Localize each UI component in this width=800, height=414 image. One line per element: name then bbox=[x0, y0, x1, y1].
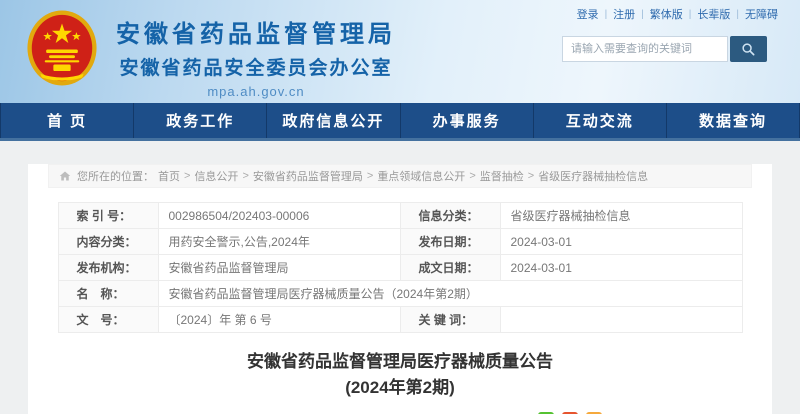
article-title-line1: 安徽省药品监督管理局医疗器械质量公告 bbox=[28, 349, 772, 375]
search-icon bbox=[741, 42, 756, 57]
site-header: 登录 | 注册 | 繁体版 | 长辈版 | 无障碍 安徽省药品监督管理局 安徽省… bbox=[0, 0, 800, 103]
separator: | bbox=[689, 9, 692, 20]
table-row: 内容分类： 用药安全警示,公告,2024年 发布日期： 2024-03-01 bbox=[58, 229, 742, 255]
content-panel: 您所在的位置： 首页 > 信息公开 > 安徽省药品监督管理局 > 重点领域信息公… bbox=[28, 164, 772, 414]
keywords-value bbox=[500, 307, 742, 333]
nav-item-data-query[interactable]: 数据查询 bbox=[667, 103, 800, 138]
search-bar bbox=[562, 36, 767, 62]
nav-item-government-work[interactable]: 政务工作 bbox=[134, 103, 267, 138]
written-date-label: 成文日期： bbox=[400, 255, 500, 281]
keywords-label: 关 键 词： bbox=[400, 307, 500, 333]
nav-item-services[interactable]: 办事服务 bbox=[401, 103, 534, 138]
breadcrumb-item-agency[interactable]: 安徽省药品监督管理局 bbox=[253, 168, 363, 184]
info-category-label: 信息分类： bbox=[400, 203, 500, 229]
separator: > bbox=[469, 170, 475, 182]
site-subtitle: 安徽省药品安全委员会办公室 bbox=[106, 53, 406, 80]
article-title: 安徽省药品监督管理局医疗器械质量公告 (2024年第2期) bbox=[28, 349, 772, 402]
breadcrumb-item-info-disclosure[interactable]: 信息公开 bbox=[194, 168, 238, 184]
table-row: 索 引 号： 002986504/202403-00006 信息分类： 省级医疗… bbox=[58, 203, 742, 229]
breadcrumb-item-key-areas[interactable]: 重点领域信息公开 bbox=[377, 168, 465, 184]
site-url: mpa.ah.gov.cn bbox=[106, 84, 406, 99]
separator: | bbox=[641, 9, 644, 20]
national-emblem-logo bbox=[26, 9, 98, 87]
site-title-block: 安徽省药品监督管理局 安徽省药品安全委员会办公室 mpa.ah.gov.cn bbox=[106, 14, 406, 99]
separator: > bbox=[184, 170, 190, 182]
elderly-version-link[interactable]: 长辈版 bbox=[697, 6, 730, 22]
nav-item-home[interactable]: 首 页 bbox=[0, 103, 134, 138]
register-link[interactable]: 注册 bbox=[613, 6, 635, 22]
article-title-line2: (2024年第2期) bbox=[28, 375, 772, 401]
separator: > bbox=[528, 170, 534, 182]
document-name-label: 名 称： bbox=[58, 281, 158, 307]
content-wrap: 您所在的位置： 首页 > 信息公开 > 安徽省药品监督管理局 > 重点领域信息公… bbox=[0, 141, 800, 414]
home-icon bbox=[59, 170, 71, 182]
document-meta-table: 索 引 号： 002986504/202403-00006 信息分类： 省级医疗… bbox=[58, 202, 743, 333]
publish-date-label: 发布日期： bbox=[400, 229, 500, 255]
nav-item-interaction[interactable]: 互动交流 bbox=[534, 103, 667, 138]
content-category-value: 用药安全警示,公告,2024年 bbox=[158, 229, 400, 255]
search-input[interactable] bbox=[562, 36, 728, 62]
site-title: 安徽省药品监督管理局 bbox=[106, 14, 406, 49]
index-number-label: 索 引 号： bbox=[58, 203, 158, 229]
info-category-value: 省级医疗器械抽检信息 bbox=[500, 203, 742, 229]
publish-date-value: 2024-03-01 bbox=[500, 229, 742, 255]
nav-item-info-disclosure[interactable]: 政府信息公开 bbox=[267, 103, 400, 138]
table-row: 发布机构： 安徽省药品监督管理局 成文日期： 2024-03-01 bbox=[58, 255, 742, 281]
breadcrumb-item-home[interactable]: 首页 bbox=[158, 168, 180, 184]
separator: > bbox=[367, 170, 373, 182]
index-number-value: 002986504/202403-00006 bbox=[158, 203, 400, 229]
publisher-value: 安徽省药品监督管理局 bbox=[158, 255, 400, 281]
written-date-value: 2024-03-01 bbox=[500, 255, 742, 281]
publisher-label: 发布机构： bbox=[58, 255, 158, 281]
accessibility-link[interactable]: 无障碍 bbox=[745, 6, 778, 22]
separator: | bbox=[736, 9, 739, 20]
document-name-value: 安徽省药品监督管理局医疗器械质量公告（2024年第2期） bbox=[158, 281, 742, 307]
topbar: 登录 | 注册 | 繁体版 | 长辈版 | 无障碍 bbox=[577, 6, 778, 22]
main-nav: 首 页 政务工作 政府信息公开 办事服务 互动交流 数据查询 bbox=[0, 103, 800, 141]
login-link[interactable]: 登录 bbox=[577, 6, 599, 22]
traditional-version-link[interactable]: 繁体版 bbox=[650, 6, 683, 22]
separator: > bbox=[242, 170, 248, 182]
table-row: 文 号： 〔2024〕年 第 6 号 关 键 词： bbox=[58, 307, 742, 333]
breadcrumb: 您所在的位置： 首页 > 信息公开 > 安徽省药品监督管理局 > 重点领域信息公… bbox=[48, 164, 752, 188]
breadcrumb-item-device-info[interactable]: 省级医疗器械抽检信息 bbox=[538, 168, 648, 184]
search-button[interactable] bbox=[730, 36, 767, 62]
breadcrumb-item-inspection[interactable]: 监督抽检 bbox=[480, 168, 524, 184]
breadcrumb-prefix: 您所在的位置： bbox=[77, 168, 154, 184]
document-number-value: 〔2024〕年 第 6 号 bbox=[158, 307, 400, 333]
separator: | bbox=[605, 9, 608, 20]
document-number-label: 文 号： bbox=[58, 307, 158, 333]
content-category-label: 内容分类： bbox=[58, 229, 158, 255]
table-row: 名 称： 安徽省药品监督管理局医疗器械质量公告（2024年第2期） bbox=[58, 281, 742, 307]
